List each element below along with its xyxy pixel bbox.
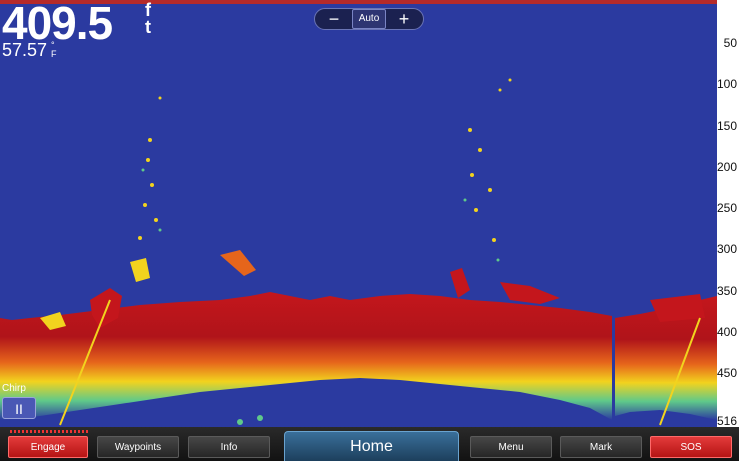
range-mode-button[interactable]: Auto [351,9,387,29]
zoom-in-button[interactable]: + [389,10,419,28]
depth-unit-bottom: t [145,17,151,37]
engage-indicator [10,430,88,433]
temperature-unit: ° F [51,41,57,59]
chirp-label: Chirp [2,383,26,394]
scale-tick: 150 [716,119,737,133]
zoom-out-button[interactable]: − [319,10,349,28]
home-button[interactable]: Home [284,431,459,461]
sonar-display[interactable] [0,0,717,427]
waypoints-button[interactable]: Waypoints [97,436,179,458]
scale-tick: 100 [716,77,737,91]
mark-button[interactable]: Mark [560,436,642,458]
sonar-image [0,0,717,427]
scale-tick: 200 [716,160,737,174]
temp-unit-bottom: F [51,49,57,59]
scale-tick: 450 [716,366,737,380]
pause-button[interactable]: II [2,397,36,419]
depth-unit: f t [142,1,154,37]
scale-tick: 516 [716,414,737,428]
scale-tick: 50 [723,36,737,50]
depth-scale: 50 100 150 200 250 300 350 400 450 516 [716,0,739,428]
scale-tick: 400 [716,325,737,339]
menu-button[interactable]: Menu [470,436,552,458]
engage-button[interactable]: Engage [8,436,88,458]
scale-tick: 350 [716,284,737,298]
scale-tick: 300 [716,242,737,256]
info-button[interactable]: Info [188,436,270,458]
sonar-screen: 409.5 f t 57.57 ° F − Auto + 50 100 150 … [0,0,739,461]
water-temperature: 57.57 [2,40,48,60]
scale-tick: 250 [716,201,737,215]
sos-button[interactable]: SOS [650,436,732,458]
range-control: − Auto + [314,8,424,30]
